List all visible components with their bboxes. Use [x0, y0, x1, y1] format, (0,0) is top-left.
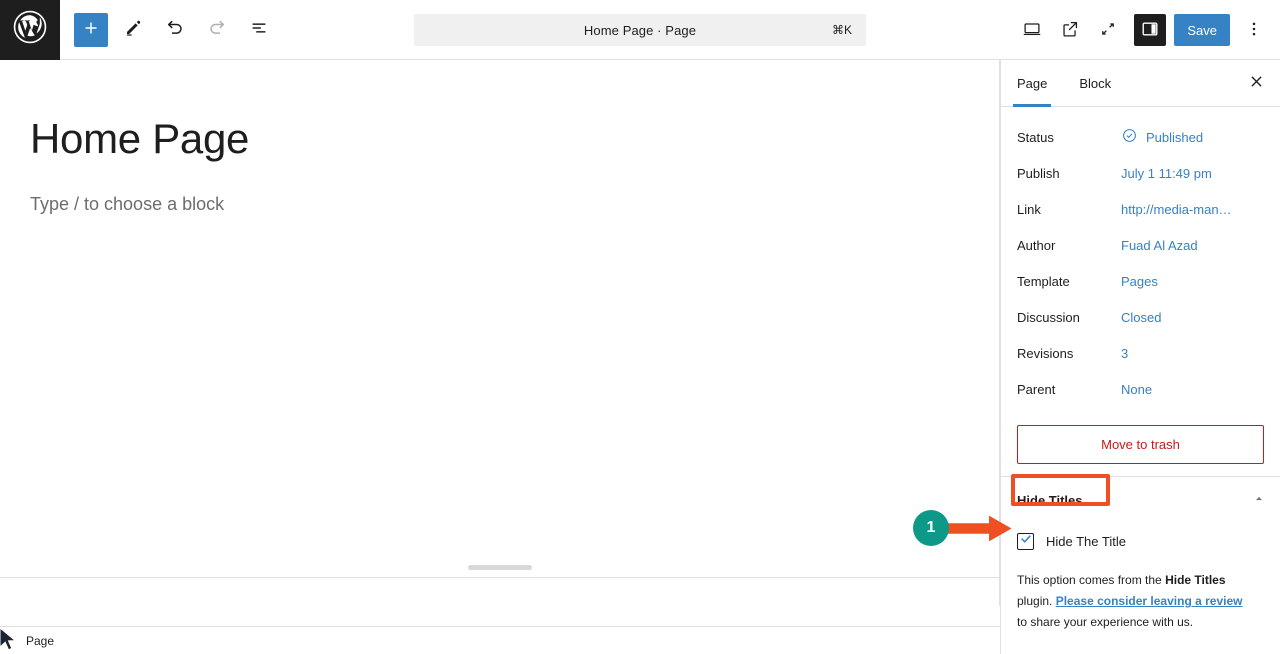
meta-label-parent: Parent	[1017, 381, 1056, 397]
block-placeholder[interactable]: Type / to choose a block	[30, 191, 224, 218]
three-dots-vertical-icon	[1244, 19, 1264, 42]
close-icon	[1247, 72, 1266, 94]
command-palette-button[interactable]: Home Page · Page ⌘K	[414, 14, 866, 46]
desktop-icon	[1021, 18, 1043, 43]
meta-value-link[interactable]: http://media-man…	[1121, 202, 1232, 217]
editor-canvas[interactable]: Home Page Type / to choose a block	[0, 60, 1000, 606]
edit-mode-button[interactable]	[116, 13, 150, 47]
view-site-button[interactable]	[1052, 12, 1088, 48]
meta-row-link: Link http://media-man…	[1017, 191, 1264, 227]
meta-label-revisions: Revisions	[1017, 345, 1074, 361]
hide-titles-panel-title: Hide Titles	[1017, 493, 1083, 508]
hide-the-title-label[interactable]: Hide The Title	[1046, 534, 1126, 549]
settings-sidebar-button[interactable]	[1134, 14, 1167, 46]
meta-label-link: Link	[1017, 201, 1041, 217]
editor-header: Home Page · Page ⌘K Save	[0, 0, 1280, 60]
wordpress-logo-icon	[12, 9, 48, 50]
chevron-up-icon	[1252, 491, 1266, 510]
redo-icon	[205, 16, 229, 43]
wordpress-block-editor: Home Page · Page ⌘K Save Home Page Type …	[0, 0, 1280, 654]
meta-row-status: Status Published	[1017, 119, 1264, 155]
move-to-trash-button[interactable]: Move to trash	[1017, 425, 1264, 464]
meta-value-template[interactable]: Pages	[1121, 274, 1158, 289]
editor-status-bar: Page	[0, 626, 1000, 654]
hide-titles-help-text: This option comes from the Hide Titles p…	[1017, 570, 1249, 633]
meta-row-discussion: Discussion Closed	[1017, 299, 1264, 335]
hide-titles-panel-header[interactable]: Hide Titles	[1001, 477, 1280, 524]
external-link-icon	[1059, 18, 1081, 43]
more-options-button[interactable]	[1236, 12, 1272, 48]
undo-icon	[163, 16, 187, 43]
trash-section: Move to trash	[1001, 411, 1280, 476]
meta-value-status-text: Published	[1146, 129, 1204, 145]
meta-row-template: Template Pages	[1017, 263, 1264, 299]
tab-page[interactable]: Page	[1001, 60, 1063, 107]
hide-the-title-row[interactable]: Hide The Title	[1017, 528, 1264, 554]
meta-label-discussion: Discussion	[1017, 309, 1080, 325]
leave-a-review-link[interactable]: Please consider leaving a review	[1056, 594, 1243, 608]
hide-titles-panel-body: Hide The Title This option comes from th…	[1001, 524, 1280, 633]
save-button[interactable]: Save	[1174, 14, 1230, 46]
list-view-button[interactable]	[242, 13, 276, 47]
meta-row-publish: Publish July 1 11:49 pm	[1017, 155, 1264, 191]
view-device-button[interactable]	[1014, 12, 1050, 48]
help-plugin-name: Hide Titles	[1165, 573, 1226, 587]
add-block-button[interactable]	[74, 12, 108, 47]
meta-label-author: Author	[1017, 237, 1056, 253]
redo-button[interactable]	[200, 13, 234, 47]
meta-row-author: Author Fuad Al Azad	[1017, 227, 1264, 263]
canvas-resize-handle[interactable]	[468, 565, 532, 570]
meta-value-parent[interactable]: None	[1121, 382, 1152, 397]
meta-value-author[interactable]: Fuad Al Azad	[1121, 238, 1198, 253]
meta-value-discussion[interactable]: Closed	[1121, 310, 1161, 325]
meta-label-status: Status	[1017, 129, 1054, 145]
sidebar-panel-icon	[1139, 18, 1161, 43]
header-left-toolbar	[60, 12, 276, 47]
sidebar-tab-list: Page Block	[1001, 60, 1280, 107]
meta-row-parent: Parent None	[1017, 371, 1264, 407]
close-sidebar-button[interactable]	[1240, 67, 1272, 99]
meta-row-revisions: Revisions 3	[1017, 335, 1264, 371]
page-meta-list: Status Published Publish July 1 11:49 pm	[1001, 107, 1280, 411]
tab-block[interactable]: Block	[1063, 60, 1127, 106]
checkmark-icon	[1019, 532, 1033, 551]
help-prefix: This option comes from the	[1017, 573, 1166, 587]
plus-icon	[80, 17, 102, 42]
header-right-toolbar: Save	[1014, 0, 1272, 60]
help-suffix: to share your experience with us.	[1017, 615, 1194, 629]
meta-label-template: Template	[1017, 273, 1070, 289]
command-bar-shortcut: ⌘K	[831, 23, 852, 37]
help-middle: plugin.	[1017, 594, 1056, 608]
undo-button[interactable]	[158, 13, 192, 47]
zoom-out-button[interactable]	[1090, 12, 1126, 48]
list-view-icon	[248, 17, 270, 42]
settings-sidebar: Page Block Status Published Publish July…	[1000, 60, 1280, 654]
breadcrumb[interactable]: Page	[0, 634, 54, 648]
meta-value-status[interactable]: Published	[1121, 127, 1203, 147]
command-bar-title: Home Page · Page	[583, 22, 697, 38]
page-title[interactable]: Home Page	[30, 115, 249, 163]
pencil-icon	[122, 17, 144, 42]
meta-value-publish[interactable]: July 1 11:49 pm	[1121, 166, 1212, 181]
canvas-divider	[0, 577, 999, 578]
meta-label-publish: Publish	[1017, 165, 1060, 181]
wordpress-logo-button[interactable]	[0, 0, 60, 60]
hide-the-title-checkbox[interactable]	[1017, 532, 1034, 551]
meta-value-revisions[interactable]: 3	[1121, 346, 1128, 361]
expand-icon	[1097, 18, 1119, 43]
check-circle-icon	[1121, 127, 1138, 147]
